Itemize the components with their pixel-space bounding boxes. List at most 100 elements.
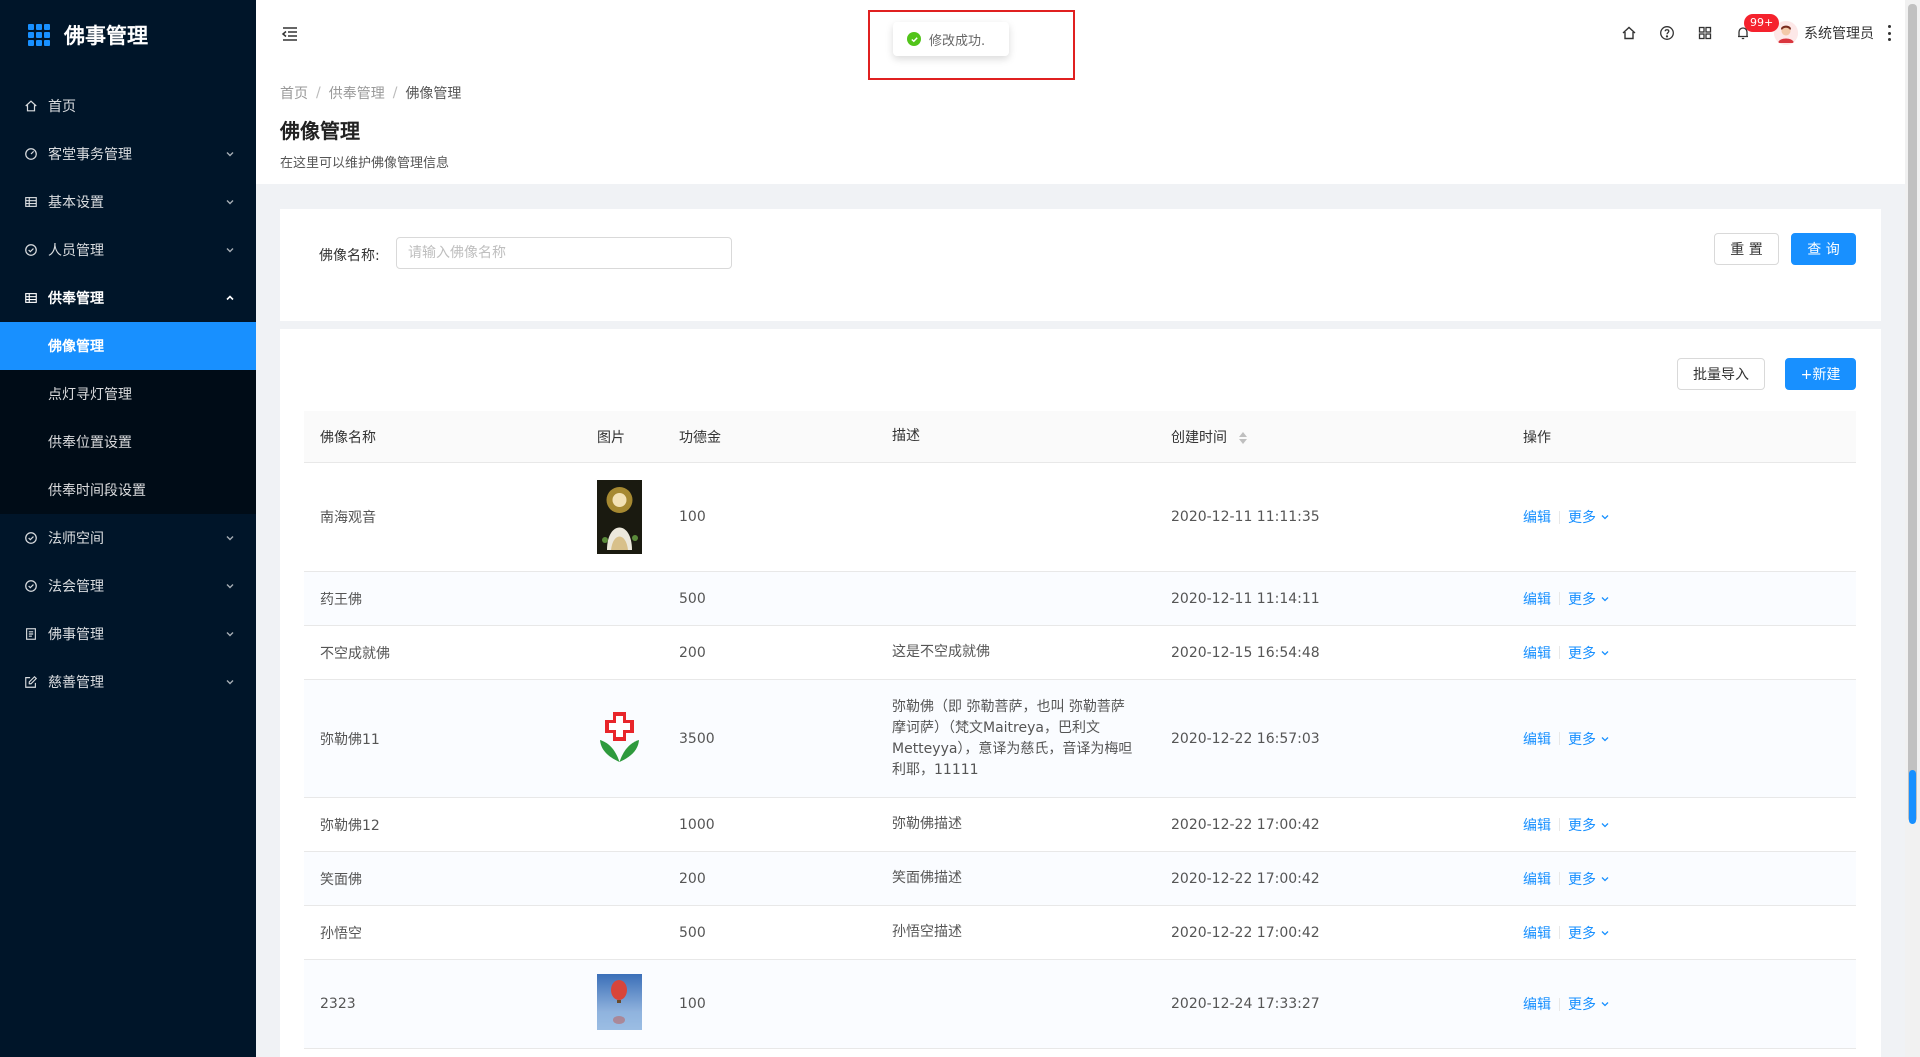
breadcrumb-item[interactable]: 供奉管理 (329, 83, 385, 103)
notifications-button[interactable]: 99+ (1724, 0, 1780, 66)
apps-button[interactable] (1686, 0, 1724, 66)
chevron-down-icon (1601, 876, 1609, 881)
edit-link[interactable]: 编辑 (1523, 507, 1551, 527)
more-dropdown[interactable]: 更多 (1568, 729, 1610, 749)
sidebar-item-home[interactable]: 首页 (0, 82, 256, 130)
scrollbar-track[interactable] (1908, 4, 1917, 822)
edit-link[interactable]: 编辑 (1523, 994, 1551, 1014)
user-menu[interactable]: 系统管理员 (1774, 21, 1874, 45)
table-row: 不空成就佛 200 这是不空成就佛 2020-12-15 16:54:48 编辑… (304, 626, 1856, 680)
more-label: 更多 (1568, 997, 1596, 1013)
sidebar-item-buddhist-affairs[interactable]: 佛事管理 (0, 610, 256, 658)
column-header-label: 创建时间 (1171, 429, 1227, 446)
page-scrollbar[interactable] (1905, 0, 1920, 1057)
edit-link[interactable]: 编辑 (1523, 643, 1551, 663)
cell-image (581, 974, 663, 1034)
username: 系统管理员 (1804, 26, 1874, 42)
more-dropdown[interactable]: 更多 (1568, 869, 1610, 889)
edit-link[interactable]: 编辑 (1523, 923, 1551, 943)
cell-name: 弥勒佛12 (320, 817, 380, 834)
divider (1559, 510, 1560, 524)
more-label: 更多 (1568, 925, 1596, 942)
reset-button[interactable]: 重 置 (1714, 233, 1779, 265)
cell-actions: 编辑 更多 (1507, 994, 1856, 1014)
more-dropdown[interactable]: 更多 (1568, 815, 1610, 835)
sidebar-item-dharma-assembly[interactable]: 法会管理 (0, 562, 256, 610)
sidebar-item-label: 慈善管理 (48, 675, 104, 691)
scrollbar-thumb[interactable] (1909, 770, 1916, 824)
cell-actions: 编辑 更多 (1507, 815, 1856, 835)
cell-amount: 100 (679, 509, 706, 525)
chevron-down-icon (1601, 736, 1609, 741)
sidebar-item-label: 人员管理 (48, 243, 104, 259)
divider (1559, 818, 1560, 831)
cell-amount: 3500 (679, 730, 715, 747)
sidebar-item-master-space[interactable]: 法师空间 (0, 514, 256, 562)
sidebar-item-offering-locations[interactable]: 供奉位置设置 (0, 418, 256, 466)
more-dropdown[interactable]: 更多 (1568, 923, 1610, 943)
sidebar-item-lamps[interactable]: 点灯寻灯管理 (0, 370, 256, 418)
more-dropdown[interactable]: 更多 (1568, 643, 1610, 663)
column-header: 图片 (597, 429, 625, 446)
cell-description: 孙悟空描述 (892, 924, 962, 940)
sidebar-item-label: 佛像管理 (48, 339, 104, 355)
cell-description: 弥勒佛描述 (892, 816, 962, 832)
breadcrumb-current: 佛像管理 (405, 86, 462, 102)
cell-name: 笑面佛 (320, 871, 362, 888)
edit-link[interactable]: 编辑 (1523, 589, 1551, 609)
page-description: 在这里可以维护佛像管理信息 (280, 156, 450, 171)
breadcrumb-separator: / (392, 85, 398, 101)
sidebar-item-charity[interactable]: 慈善管理 (0, 658, 256, 706)
more-dropdown[interactable]: 更多 (1568, 507, 1610, 527)
logo[interactable]: 佛事管理 (0, 0, 256, 70)
divider (1559, 872, 1560, 885)
more-vertical-icon[interactable] (1888, 25, 1892, 41)
sidebar-item-label: 点灯寻灯管理 (48, 387, 132, 403)
chevron-down-icon (1601, 1002, 1609, 1007)
sidebar-item-personnel[interactable]: 人员管理 (0, 226, 256, 274)
query-button[interactable]: 查 询 (1791, 233, 1856, 265)
column-header: 功德金 (679, 429, 721, 446)
table-header: 佛像名称 图片 功德金 描述 创建时间 操作 (304, 411, 1856, 463)
appstore-icon (1698, 26, 1712, 40)
cell-amount: 200 (679, 644, 706, 661)
new-button[interactable]: +新建 (1785, 358, 1856, 390)
menu-fold-icon[interactable] (280, 24, 300, 44)
column-header-sortable[interactable]: 创建时间 (1155, 427, 1507, 447)
chevron-down-icon (226, 152, 234, 157)
more-dropdown[interactable]: 更多 (1568, 589, 1610, 609)
breadcrumb-item[interactable]: 首页 (280, 83, 308, 103)
edit-link[interactable]: 编辑 (1523, 729, 1551, 749)
more-dropdown[interactable]: 更多 (1568, 994, 1610, 1014)
check-circle-icon (24, 579, 38, 593)
batch-import-button[interactable]: 批量导入 (1677, 358, 1765, 390)
sidebar-item-basic-settings[interactable]: 基本设置 (0, 178, 256, 226)
balloon-image[interactable] (597, 974, 642, 1030)
chevron-down-icon (226, 680, 234, 685)
sidebar-item-buddha-statues[interactable]: 佛像管理 (0, 322, 256, 370)
notification-badge: 99+ (1744, 14, 1780, 32)
home-button[interactable] (1610, 0, 1648, 66)
search-input[interactable] (396, 237, 732, 269)
sidebar-item-offering-periods[interactable]: 供奉时间段设置 (0, 466, 256, 514)
cell-description: 这是不空成就佛 (892, 644, 990, 660)
cell-amount: 100 (679, 996, 706, 1012)
edit-link[interactable]: 编辑 (1523, 815, 1551, 835)
cell-actions: 编辑 更多 (1507, 729, 1856, 749)
cell-name: 孙悟空 (320, 925, 362, 942)
charity-logo-image[interactable] (597, 710, 642, 764)
cell-description: 弥勒佛（即 弥勒菩萨，也叫 弥勒菩萨摩诃萨）（梵文Maitreya，巴利文Met… (892, 698, 1133, 778)
cell-amount: 500 (679, 590, 706, 607)
cell-image (581, 710, 663, 768)
edit-link[interactable]: 编辑 (1523, 869, 1551, 889)
sidebar-item-reception[interactable]: 客堂事务管理 (0, 130, 256, 178)
sidebar-item-label: 法会管理 (48, 579, 104, 595)
sidebar-item-offering[interactable]: 供奉管理 (0, 274, 256, 322)
help-button[interactable] (1648, 0, 1686, 66)
sort-icon[interactable] (1239, 431, 1248, 444)
more-label: 更多 (1568, 871, 1596, 888)
chevron-down-icon (1601, 822, 1609, 827)
guanyin-image[interactable] (597, 480, 642, 554)
cell-name: 弥勒佛11 (320, 731, 380, 748)
cell-actions: 编辑 更多 (1507, 589, 1856, 609)
